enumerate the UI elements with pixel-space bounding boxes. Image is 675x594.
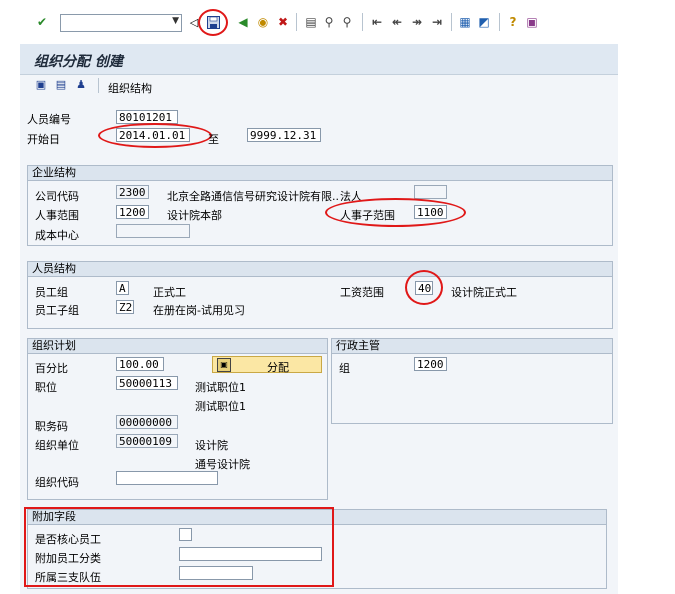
check-icon[interactable]: ✔	[34, 14, 50, 30]
personnel-no-field[interactable]: 80101201	[116, 110, 178, 124]
separator	[296, 13, 297, 31]
payroll-area-text: 设计院正式工	[451, 286, 517, 299]
position-text: 测试职位1	[195, 381, 246, 394]
percentage-field[interactable]: 100.00	[116, 357, 164, 371]
start-date-highlight	[98, 123, 212, 148]
overview-icon[interactable]: ▣	[34, 78, 48, 92]
job-field: 00000000	[116, 415, 178, 429]
personnel-structure-group: 人员结构	[27, 261, 613, 329]
assign-button[interactable]: ▣ 分配	[212, 356, 322, 374]
employee-group-text: 正式工	[153, 286, 186, 299]
company-code-field: 2300	[116, 185, 149, 199]
shortcut-icon[interactable]: ◩	[476, 14, 492, 30]
system-toolbar: ✔ ▼ ◁ ◀ ◉ ✖ ▤ ⚲ ⚲ ⇤ ↞ ↠ ⇥ ▦ ◩ ? ▣	[0, 0, 618, 44]
separator	[451, 13, 452, 31]
company-code-label: 公司代码	[35, 190, 79, 203]
personnel-area-field[interactable]: 1200	[116, 205, 149, 219]
layout-icon[interactable]: ▣	[524, 14, 540, 30]
cost-center-field	[116, 224, 190, 238]
personnel-subarea-highlight	[325, 198, 466, 227]
cancel-icon[interactable]: ✖	[275, 14, 291, 30]
employee-subgroup-field[interactable]: Z2	[116, 300, 134, 314]
org-key-label: 组织代码	[35, 476, 79, 489]
position-label: 职位	[35, 381, 57, 394]
group-title: 行政主管	[332, 339, 612, 354]
start-date-label: 开始日	[27, 133, 60, 146]
group-title: 企业结构	[28, 166, 612, 181]
new-session-icon[interactable]: ▦	[457, 14, 473, 30]
administrator-group: 行政主管	[331, 338, 613, 424]
job-label: 职务码	[35, 420, 68, 433]
find-next-icon[interactable]: ⚲	[339, 14, 355, 30]
org-unit-text: 设计院	[195, 439, 228, 452]
admin-group-field[interactable]: 1200	[414, 357, 447, 371]
previous-page-icon[interactable]: ↞	[389, 14, 405, 30]
employee-subgroup-text: 在册在岗-试用见习	[153, 304, 245, 317]
employee-subgroup-label: 员工子组	[35, 304, 79, 317]
org-unit-label: 组织单位	[35, 439, 79, 452]
personnel-area-label: 人事范围	[35, 209, 79, 222]
group-title: 人员结构	[28, 262, 612, 277]
legal-entity-field	[414, 185, 447, 199]
application-toolbar: ▣ ▤ ♟ 组织结构	[20, 75, 618, 97]
last-page-icon[interactable]: ⇥	[429, 14, 445, 30]
employee-group-label: 员工组	[35, 286, 68, 299]
company-name-text: 北京全路通信信号研究设计院有限..	[167, 190, 339, 203]
position-long-text: 测试职位1	[195, 400, 246, 413]
separator	[98, 78, 99, 93]
separator	[499, 13, 500, 31]
org-unit-field: 50000109	[116, 434, 178, 448]
command-field[interactable]: ▼	[60, 14, 182, 32]
save-highlight	[198, 9, 228, 36]
additional-fields-highlight	[24, 507, 334, 587]
org-unit-long-text: 通号设计院	[195, 458, 250, 471]
payroll-area-highlight	[405, 270, 443, 305]
enterprise-structure-group: 企业结构	[27, 165, 613, 246]
personnel-area-text: 设计院本部	[167, 209, 222, 222]
org-structure-button[interactable]: 组织结构	[108, 80, 152, 96]
separator	[362, 13, 363, 31]
group-title: 组织计划	[28, 339, 327, 354]
admin-group-label: 组	[339, 362, 350, 375]
to-label: 至	[208, 133, 219, 146]
title-bar: 组织分配 创建	[20, 44, 618, 75]
percentage-label: 百分比	[35, 362, 68, 375]
assign-icon: ▣	[217, 358, 231, 372]
cost-center-label: 成本中心	[35, 229, 79, 242]
org-key-field[interactable]	[116, 471, 218, 485]
print-icon[interactable]: ▤	[303, 14, 319, 30]
position-field[interactable]: 50000113	[116, 376, 178, 390]
display-icon[interactable]: ▤	[54, 78, 68, 92]
first-page-icon[interactable]: ⇤	[369, 14, 385, 30]
find-icon[interactable]: ⚲	[321, 14, 337, 30]
person-icon[interactable]: ♟	[74, 78, 88, 92]
chevron-down-icon[interactable]: ▼	[172, 16, 179, 26]
exit-icon[interactable]: ◉	[255, 14, 271, 30]
end-date-field[interactable]: 9999.12.31	[247, 128, 321, 142]
personnel-no-label: 人员编号	[27, 113, 71, 126]
help-icon[interactable]: ?	[505, 14, 521, 30]
next-page-icon[interactable]: ↠	[409, 14, 425, 30]
employee-group-field[interactable]: A	[116, 281, 129, 295]
page-title: 组织分配 创建	[34, 54, 123, 70]
back-icon[interactable]: ◀	[235, 14, 251, 30]
payroll-area-label: 工资范围	[340, 286, 384, 299]
